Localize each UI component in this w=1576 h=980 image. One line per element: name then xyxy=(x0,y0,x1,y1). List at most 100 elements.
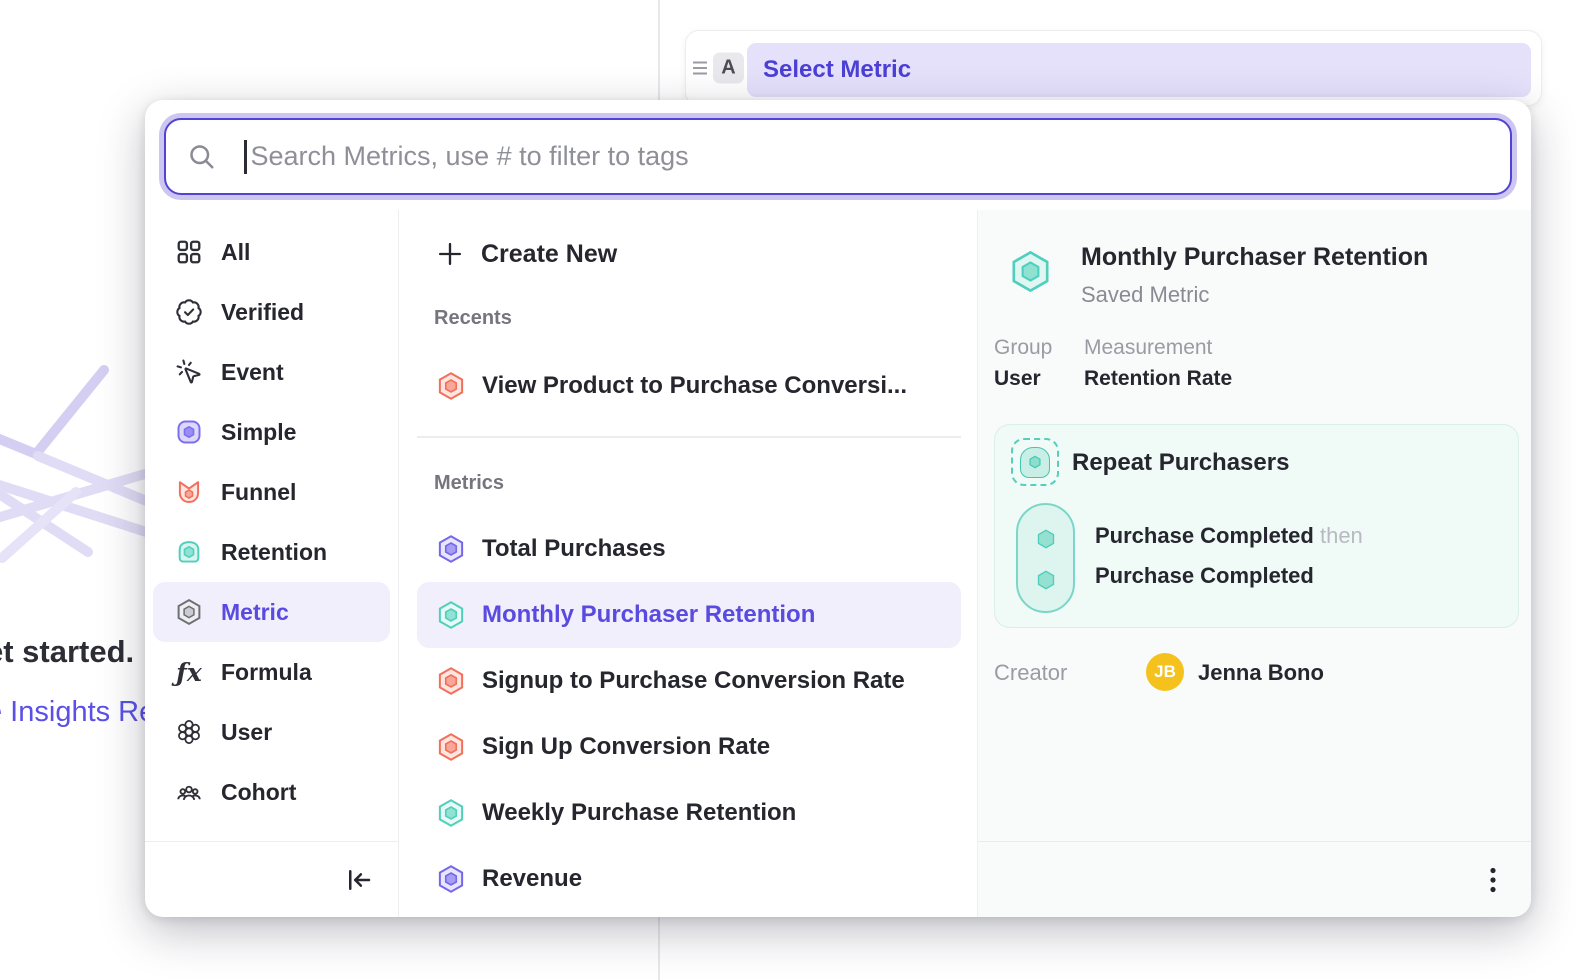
event-cursor-icon xyxy=(175,358,203,386)
metric-list-item[interactable]: Signup to Purchase Conversion Rate xyxy=(417,648,961,714)
sidebar-item-label: Funnel xyxy=(221,479,296,506)
plus-icon xyxy=(436,240,464,268)
group-label: Group xyxy=(994,336,1052,360)
section-divider xyxy=(417,436,961,438)
step-connector: then xyxy=(1320,523,1363,548)
sidebar-item-label: All xyxy=(221,239,250,266)
user-profile-icon xyxy=(175,718,203,746)
kebab-menu-icon[interactable] xyxy=(1489,867,1497,893)
creator-label: Creator xyxy=(994,660,1067,686)
sidebar-item-funnel[interactable]: Funnel xyxy=(153,462,390,522)
metric-definition-card: Repeat Purchasers Purchase Completed the… xyxy=(994,424,1519,628)
query-builder-row: A Select Metric xyxy=(685,30,1542,106)
sidebar-item-label: User xyxy=(221,719,272,746)
salmon-metric-hexagon-icon xyxy=(436,666,466,696)
sidebar-item-label: Event xyxy=(221,359,284,386)
sidebar-item-retention[interactable]: Retention xyxy=(153,522,390,582)
drag-handle-icon[interactable] xyxy=(692,61,708,76)
metric-picker-screen: et started. e Insights Re A Select Metri… xyxy=(0,0,1576,980)
text-caret xyxy=(244,140,247,174)
background-heading-partial: et started. xyxy=(0,634,134,670)
sidebar-item-verified[interactable]: Verified xyxy=(153,282,390,342)
metric-details-panel: Monthly Purchaser Retention Saved Metric… xyxy=(977,210,1531,917)
repeat-purchasers-icon xyxy=(1011,438,1059,486)
group-value: User xyxy=(994,367,1041,391)
sidebar-item-simple[interactable]: Simple xyxy=(153,402,390,462)
details-type-label: Saved Metric xyxy=(1081,282,1209,308)
simple-metric-icon xyxy=(175,418,203,446)
definition-step: Purchase Completed then xyxy=(1095,523,1363,549)
metric-list-item[interactable]: Weekly Purchase Retention xyxy=(417,780,961,846)
grid-icon xyxy=(175,238,203,266)
step-hexagon-icon xyxy=(1035,569,1057,591)
step-event-name: Purchase Completed xyxy=(1095,563,1314,588)
sidebar-item-all[interactable]: All xyxy=(153,222,390,282)
sequence-capsule-icon xyxy=(1016,503,1075,613)
metric-item-label: Signup to Purchase Conversion Rate xyxy=(482,667,905,695)
metric-list-item[interactable]: Total Purchases xyxy=(417,516,961,582)
metrics-section-header: Metrics xyxy=(434,472,504,495)
series-letter-badge: A xyxy=(713,53,744,84)
metric-item-label: Revenue xyxy=(482,865,582,893)
metric-list: Total Purchases Monthly Purchaser Retent… xyxy=(417,516,961,912)
recent-item-label: View Product to Purchase Conversi... xyxy=(482,372,907,400)
metric-item-label: Sign Up Conversion Rate xyxy=(482,733,770,761)
details-footer xyxy=(978,841,1531,917)
metric-list-item-selected[interactable]: Monthly Purchaser Retention xyxy=(417,582,961,648)
funnel-icon xyxy=(175,478,203,506)
measurement-label: Measurement xyxy=(1084,336,1212,360)
saved-metric-hexagon-icon xyxy=(1008,249,1053,294)
creator-name: Jenna Bono xyxy=(1198,660,1324,686)
definition-step: Purchase Completed xyxy=(1095,563,1314,589)
step-hexagon-icon xyxy=(1035,528,1057,550)
sidebar-item-label: Formula xyxy=(221,659,312,686)
search-icon xyxy=(187,142,217,172)
hexagon-icon xyxy=(1027,454,1043,470)
retention-icon xyxy=(175,538,203,566)
details-title: Monthly Purchaser Retention xyxy=(1081,243,1428,272)
sidebar-item-metric[interactable]: Metric xyxy=(153,582,390,642)
sidebar-item-label: Simple xyxy=(221,419,296,446)
sidebar-item-label: Retention xyxy=(221,539,327,566)
funnel-metric-hexagon-icon xyxy=(436,371,466,401)
recents-section-header: Recents xyxy=(434,307,512,330)
background-link-partial[interactable]: e Insights Re xyxy=(0,696,155,729)
sidebar-item-event[interactable]: Event xyxy=(153,342,390,402)
measurement-value: Retention Rate xyxy=(1084,367,1232,391)
definition-name: Repeat Purchasers xyxy=(1072,449,1289,477)
cohort-icon xyxy=(175,778,203,806)
purple-metric-hexagon-icon xyxy=(436,864,466,894)
purple-metric-hexagon-icon xyxy=(436,534,466,564)
create-new-label: Create New xyxy=(481,240,617,269)
verified-badge-icon xyxy=(175,298,203,326)
metric-item-label: Weekly Purchase Retention xyxy=(482,799,796,827)
sidebar-item-label: Cohort xyxy=(221,779,296,806)
metric-list-item[interactable]: Sign Up Conversion Rate xyxy=(417,714,961,780)
sidebar-item-user[interactable]: User xyxy=(153,702,390,762)
results-column: Create New Recents View Product to Purch… xyxy=(399,210,977,917)
recent-item[interactable]: View Product to Purchase Conversi... xyxy=(417,353,961,419)
metric-list-item[interactable]: Revenue xyxy=(417,846,961,912)
search-focus-ring xyxy=(159,113,1517,200)
create-new-button[interactable]: Create New xyxy=(417,232,617,276)
metric-item-label: Monthly Purchaser Retention xyxy=(482,601,815,629)
sidebar-footer xyxy=(145,841,398,917)
sidebar-item-formula[interactable]: ƒx Formula xyxy=(153,642,390,702)
sidebar-item-cohort[interactable]: Cohort xyxy=(153,762,390,822)
sidebar-item-label: Verified xyxy=(221,299,304,326)
metric-picker-modal: All Verified xyxy=(145,100,1531,917)
metric-hexagon-icon xyxy=(175,598,203,626)
sidebar-item-label: Metric xyxy=(221,599,289,626)
filter-sidebar: All Verified xyxy=(145,210,399,917)
creator-avatar: JB xyxy=(1146,653,1184,691)
step-event-name: Purchase Completed xyxy=(1095,523,1314,548)
search-box[interactable] xyxy=(164,118,1512,195)
metric-item-label: Total Purchases xyxy=(482,535,666,563)
search-input[interactable] xyxy=(251,141,1511,172)
teal-metric-hexagon-icon xyxy=(436,600,466,630)
salmon-metric-hexagon-icon xyxy=(436,732,466,762)
retention-shape-icon xyxy=(1020,447,1050,478)
select-metric-button[interactable]: Select Metric xyxy=(747,43,1531,97)
collapse-sidebar-icon[interactable] xyxy=(344,865,374,895)
formula-icon: ƒx xyxy=(175,658,203,687)
